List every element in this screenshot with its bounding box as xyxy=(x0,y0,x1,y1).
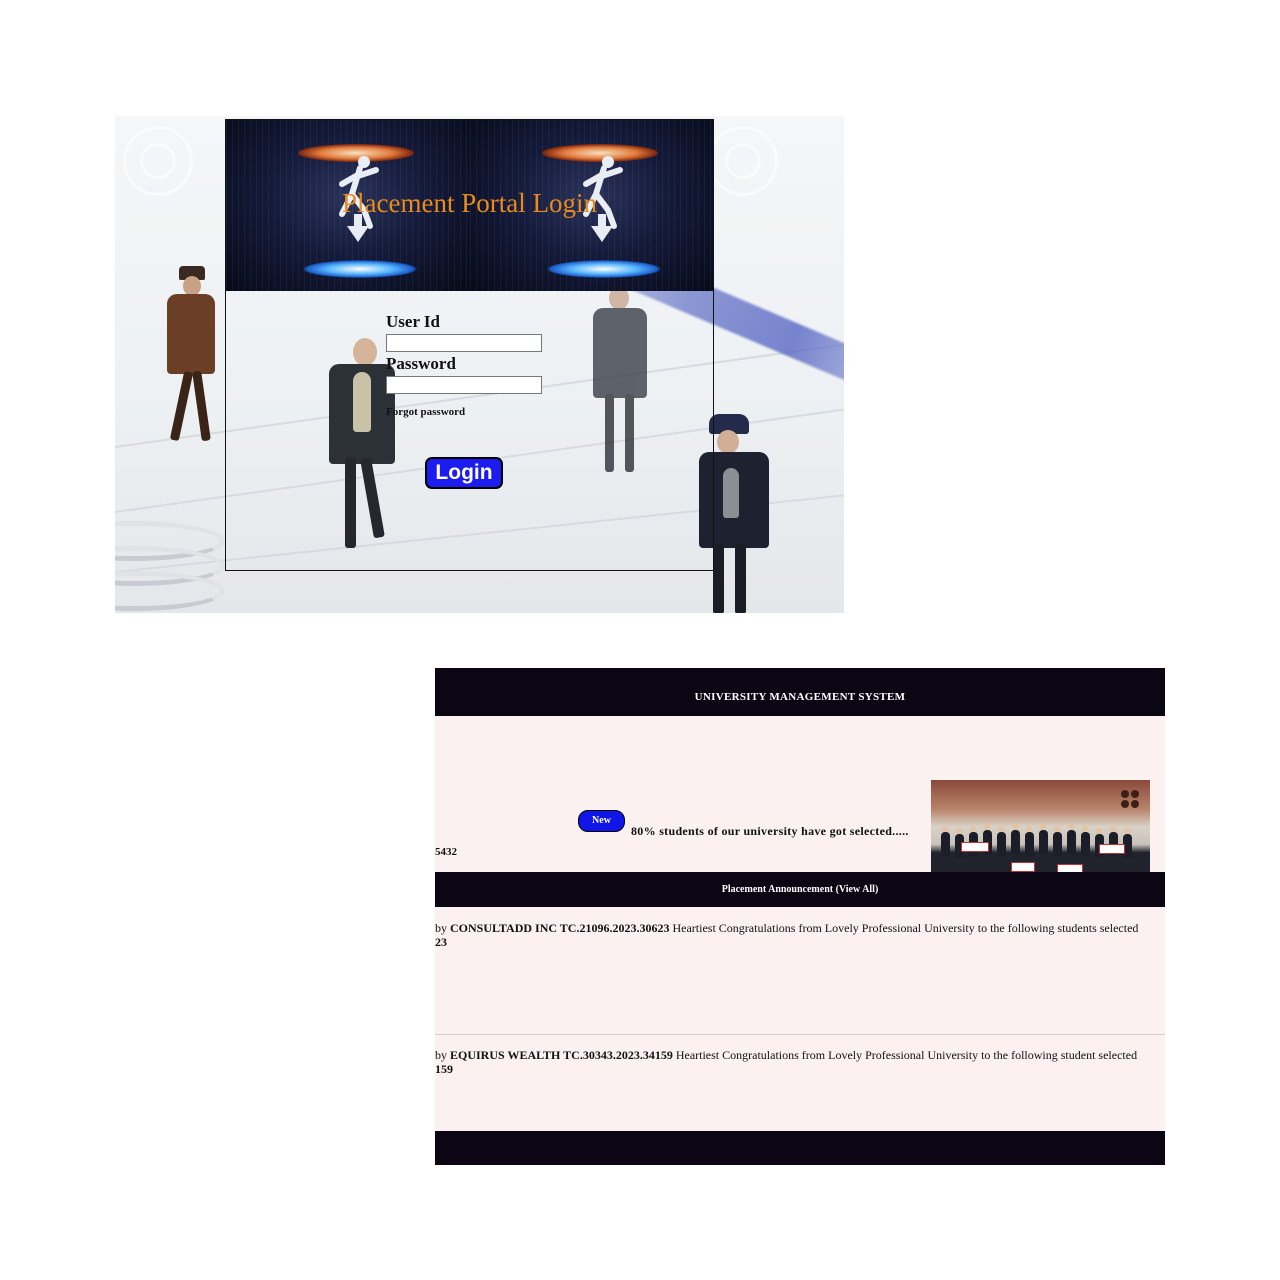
announcement-company: EQUIRUS WEALTH TC.30343.2023.34159 xyxy=(450,1048,673,1062)
login-banner: Placement Portal Login xyxy=(226,120,713,291)
announcement-divider xyxy=(435,1034,1165,1035)
login-form: User Id Password Forgot password xyxy=(386,312,586,418)
portal-bottom-icon xyxy=(302,260,418,278)
user-id-input[interactable] xyxy=(386,334,542,352)
portal-bottom-icon xyxy=(545,260,662,278)
announcement-continuation: 23 xyxy=(435,935,447,949)
new-badge: New xyxy=(578,810,625,832)
announcement-company: CONSULTADD INC TC.21096.2023.30623 xyxy=(450,921,670,935)
password-label: Password xyxy=(386,354,456,373)
ticker-id: 5432 xyxy=(435,846,457,858)
announcement-prefix: by xyxy=(435,921,450,935)
arrow-down-icon xyxy=(347,226,369,242)
watermark-icon xyxy=(708,126,778,196)
announcement-text: Heartiest Congratulations from Lovely Pr… xyxy=(669,921,1139,935)
news-headline[interactable]: 80% students of our university have got … xyxy=(631,824,909,839)
figurine-left xyxy=(155,266,225,446)
user-id-label: User Id xyxy=(386,312,440,331)
announcement-prefix: by xyxy=(435,1048,450,1062)
dashboard-header: UNIVERSITY MANAGEMENT SYSTEM xyxy=(435,668,1165,716)
announcement-continuation: 159 xyxy=(435,1062,453,1076)
password-input[interactable] xyxy=(386,376,542,394)
login-screenshot: Placement Portal Login User Id Password … xyxy=(115,116,844,613)
dashboard-footer xyxy=(435,1131,1165,1165)
announcements-header[interactable]: Placement Announcement (View All) xyxy=(435,872,1165,907)
forgot-password-link[interactable]: Forgot password xyxy=(386,406,586,418)
dashboard-screenshot: UNIVERSITY MANAGEMENT SYSTEM 5432 New 80… xyxy=(435,668,1165,1165)
announcement-item[interactable]: by EQUIRUS WEALTH TC.30343.2023.34159 He… xyxy=(435,1048,1165,1076)
announcement-text: Heartiest Congratulations from Lovely Pr… xyxy=(672,1048,1138,1062)
watermark-icon xyxy=(123,126,193,196)
login-title: Placement Portal Login xyxy=(342,188,597,218)
announcement-item[interactable]: by CONSULTADD INC TC.21096.2023.30623 He… xyxy=(435,921,1165,949)
login-button[interactable]: Login xyxy=(425,457,503,489)
login-panel: Placement Portal Login User Id Password … xyxy=(225,119,714,571)
news-ticker: 5432 New 80% students of our university … xyxy=(435,716,1165,897)
arrow-down-icon xyxy=(590,226,613,242)
